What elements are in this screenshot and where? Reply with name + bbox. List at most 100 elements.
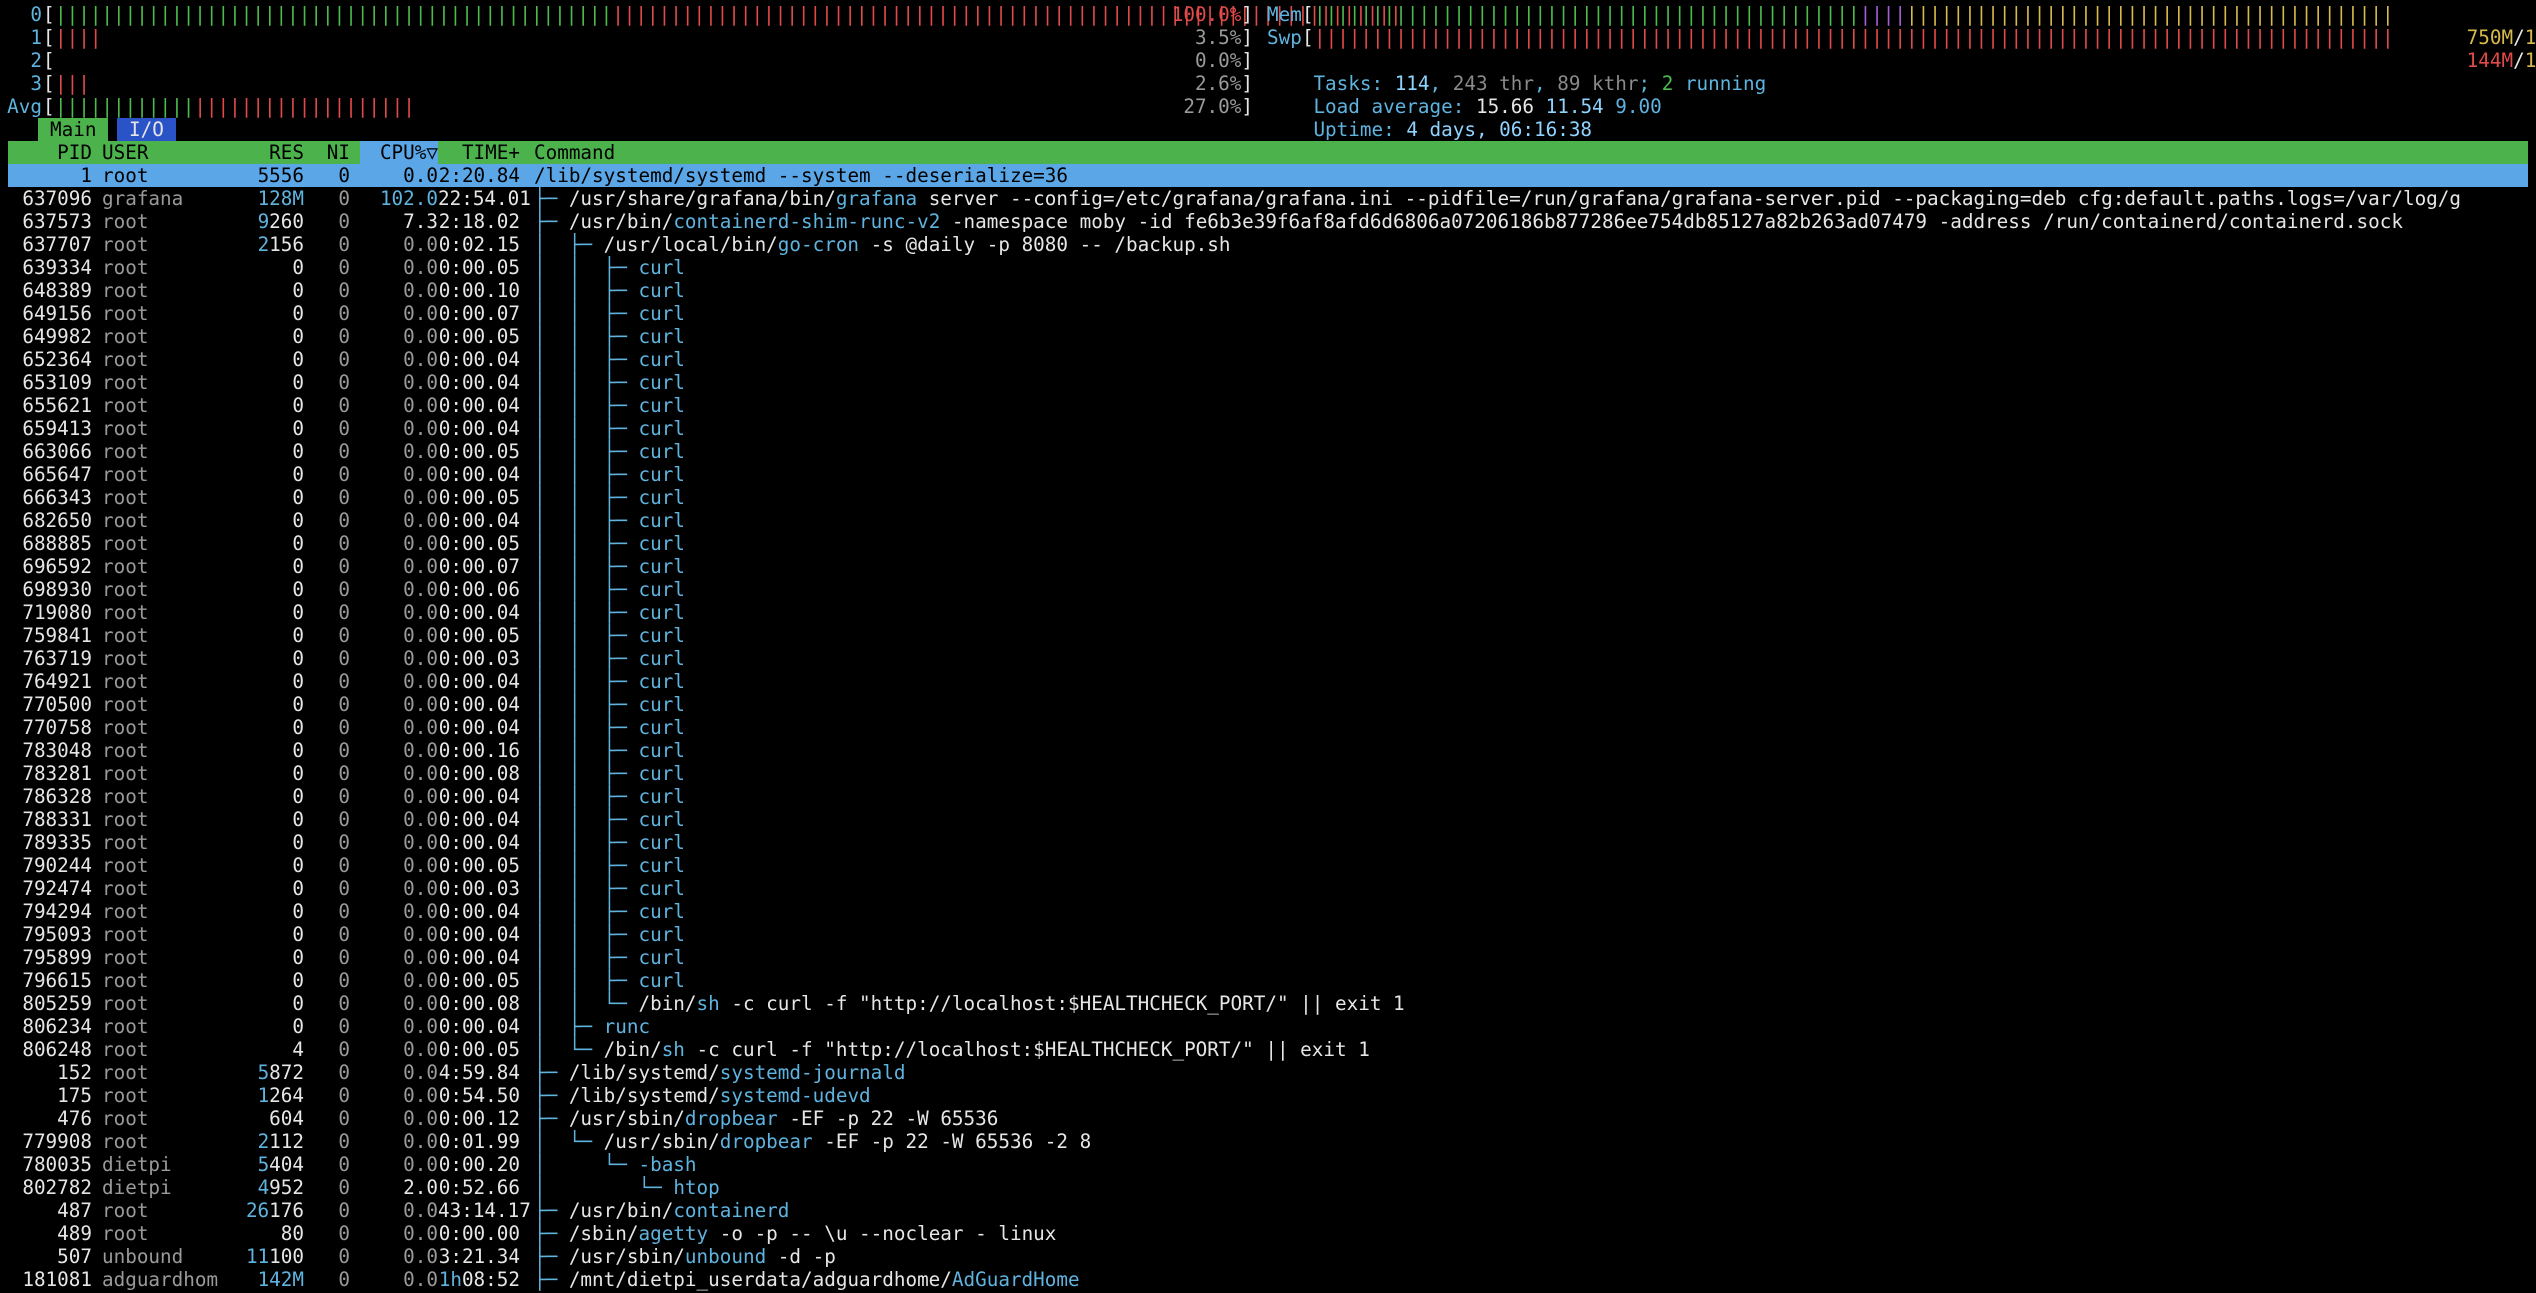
process-row[interactable]: 487 root 26176 0 0.0 43:14.17 ├─ /usr/bin/cont… — [8, 1199, 2528, 1222]
time-cell: 0:00.05 — [438, 532, 520, 555]
process-row[interactable]: 806234 root 0 0 0.0 0:00.04 │ ├─ runc — [8, 1015, 2528, 1038]
process-row[interactable]: 719080 root 0 0 0.0 0:00.04 │ │ ├─ curl — [8, 601, 2528, 624]
process-row[interactable]: 1 root 5556 0 0.0 2:20.84/lib/systemd/systemd… — [8, 164, 2528, 187]
process-row[interactable]: 653109 root 0 0 0.0 0:00.04 │ │ ├─ curl — [8, 371, 2528, 394]
process-row[interactable]: 663066 root 0 0 0.0 0:00.05 │ │ ├─ curl — [8, 440, 2528, 463]
process-row[interactable]: 790244 root 0 0 0.0 0:00.05 │ │ ├─ curl — [8, 854, 2528, 877]
process-row[interactable]: 666343 root 0 0 0.0 0:00.05 │ │ ├─ curl — [8, 486, 2528, 509]
col-ni[interactable]: NI — [314, 141, 350, 164]
pid-cell: 788331 — [22, 808, 92, 831]
res-cell: 4 — [292, 1038, 304, 1061]
process-row[interactable]: 152 root 5872 0 0.0 4:59.84 ├─ /lib/systemd/sy… — [8, 1061, 2528, 1084]
pid-cell: 665647 — [22, 463, 92, 486]
process-row[interactable]: 175 root 1264 0 0.0 0:54.50 ├─ /lib/systemd/sy… — [8, 1084, 2528, 1107]
res-cell: 0 — [292, 417, 304, 440]
res-cell: 142M — [257, 1268, 304, 1291]
process-row[interactable]: 476 root 604 0 0.0 0:00.12 ├─ /usr/sbin/dropbe… — [8, 1107, 2528, 1130]
user-cell: root — [102, 601, 149, 624]
process-row[interactable]: 637707 root 2156 0 0.0 0:02.15 │ ├─ /usr/local… — [8, 233, 2528, 256]
process-row[interactable]: 789335 root 0 0 0.0 0:00.04 │ │ ├─ curl — [8, 831, 2528, 854]
process-row[interactable]: 806248 root 4 0 0.0 0:00.05 │ └─ /bin/sh -c cu… — [8, 1038, 2528, 1061]
process-row[interactable]: 181081 adguardhom 142M 0 0.0 1h08:52 ├─ /mnt/d… — [8, 1268, 2528, 1291]
pid-cell: 789335 — [22, 831, 92, 854]
process-row[interactable]: 786328 root 0 0 0.0 0:00.04 │ │ ├─ curl — [8, 785, 2528, 808]
process-row[interactable]: 489 root 80 0 0.0 0:00.00 ├─ /sbin/agetty -o -… — [8, 1222, 2528, 1245]
process-row[interactable]: 696592 root 0 0 0.0 0:00.07 │ │ ├─ curl — [8, 555, 2528, 578]
process-row[interactable]: 698930 root 0 0 0.0 0:00.06 │ │ ├─ curl — [8, 578, 2528, 601]
process-row[interactable]: 759841 root 0 0 0.0 0:00.05 │ │ ├─ curl — [8, 624, 2528, 647]
cpu-cell: 0.0 — [403, 854, 438, 877]
pid-cell: 764921 — [22, 670, 92, 693]
process-row[interactable]: 783281 root 0 0 0.0 0:00.08 │ │ ├─ curl — [8, 762, 2528, 785]
process-row[interactable]: 805259 root 0 0 0.0 0:00.08 │ │ └─ /bin/sh -c … — [8, 992, 2528, 1015]
res-cell: 0 — [292, 946, 304, 969]
time-cell: 0:02.15 — [438, 233, 520, 256]
tab-io[interactable]: I/O — [117, 118, 176, 141]
process-row[interactable]: 637573 root 9260 0 7.3 2:18.02 ├─ /usr/bin/con… — [8, 210, 2528, 233]
process-row[interactable]: 794294 root 0 0 0.0 0:00.04 │ │ ├─ curl — [8, 900, 2528, 923]
cpu-cell: 0.0 — [403, 256, 438, 279]
process-row[interactable]: 770500 root 0 0 0.0 0:00.04 │ │ ├─ curl — [8, 693, 2528, 716]
process-row[interactable]: 770758 root 0 0 0.0 0:00.04 │ │ ├─ curl — [8, 716, 2528, 739]
cpu-cell: 0.0 — [403, 164, 438, 187]
process-row[interactable]: 659413 root 0 0 0.0 0:00.04 │ │ ├─ curl — [8, 417, 2528, 440]
process-row[interactable]: 795093 root 0 0 0.0 0:00.04 │ │ ├─ curl — [8, 923, 2528, 946]
process-row[interactable]: 779908 root 2112 0 0.0 0:01.99 │ └─ /usr/sbin/… — [8, 1130, 2528, 1153]
tab-main[interactable]: Main — [30, 118, 116, 141]
col-cpu[interactable]: CPU%▽ — [360, 141, 438, 164]
process-row[interactable]: 682650 root 0 0 0.0 0:00.04 │ │ ├─ curl — [8, 509, 2528, 532]
col-command[interactable]: Command — [534, 141, 615, 164]
ni-cell: 0 — [338, 877, 350, 900]
cpu3-meter: 3[||| 2.6%] — [0, 72, 1255, 95]
pid-cell: 688885 — [22, 532, 92, 555]
user-cell: root — [102, 969, 149, 992]
ni-cell: 0 — [338, 394, 350, 417]
time-cell: 0:52.66 — [438, 1176, 520, 1199]
process-row[interactable]: 655621 root 0 0 0.0 0:00.04 │ │ ├─ curl — [8, 394, 2528, 417]
process-row[interactable]: 648389 root 0 0 0.0 0:00.10 │ │ ├─ curl — [8, 279, 2528, 302]
tasks-running-count: 2 — [1661, 72, 1674, 95]
time-cell: 0:00.04 — [438, 1015, 520, 1038]
pid-cell: 648389 — [22, 279, 92, 302]
user-cell: root — [102, 371, 149, 394]
col-res[interactable]: RES — [168, 141, 304, 164]
process-row[interactable]: 795899 root 0 0 0.0 0:00.04 │ │ ├─ curl — [8, 946, 2528, 969]
time-cell: 2:18.02 — [438, 210, 520, 233]
process-row[interactable]: 764921 root 0 0 0.0 0:00.04 │ │ ├─ curl — [8, 670, 2528, 693]
col-user[interactable]: USER — [102, 141, 148, 164]
process-row[interactable]: 649982 root 0 0 0.0 0:00.05 │ │ ├─ curl — [8, 325, 2528, 348]
process-row[interactable]: 783048 root 0 0 0.0 0:00.16 │ │ ├─ curl — [8, 739, 2528, 762]
col-pid[interactable]: PID — [8, 141, 92, 164]
command-cell: │ │ ├─ curl — [534, 624, 685, 647]
process-row[interactable]: 639334 root 0 0 0.0 0:00.05 │ │ ├─ curl — [8, 256, 2528, 279]
process-row[interactable]: 763719 root 0 0 0.0 0:00.03 │ │ ├─ curl — [8, 647, 2528, 670]
process-row[interactable]: 507 unbound 11100 0 0.0 3:21.34 ├─ /usr/sbin/u… — [8, 1245, 2528, 1268]
command-cell: │ │ ├─ curl — [534, 463, 685, 486]
process-row[interactable]: 788331 root 0 0 0.0 0:00.04 │ │ ├─ curl — [8, 808, 2528, 831]
time-cell: 0:00.05 — [438, 624, 520, 647]
process-row[interactable]: 780035 dietpi 5404 0 0.0 0:00.20 │ └─ -bash — [8, 1153, 2528, 1176]
command-cell: │ │ ├─ curl — [534, 555, 685, 578]
tab-io-label: I/O — [117, 118, 176, 141]
tasks-running-label: running — [1684, 72, 1767, 95]
cpu-cell: 0.0 — [403, 325, 438, 348]
process-row[interactable]: 802782 dietpi 4952 0 2.0 0:52.66 │ └─ htop — [8, 1176, 2528, 1199]
process-row[interactable]: 652364 root 0 0 0.0 0:00.04 │ │ ├─ curl — [8, 348, 2528, 371]
pid-cell: 794294 — [22, 900, 92, 923]
process-row[interactable]: 796615 root 0 0 0.0 0:00.05 │ │ ├─ curl — [8, 969, 2528, 992]
process-row[interactable]: 665647 root 0 0 0.0 0:00.04 │ │ ├─ curl — [8, 463, 2528, 486]
user-cell: root — [102, 670, 149, 693]
col-time[interactable]: TIME+ — [438, 141, 520, 164]
res-cell: 0 — [292, 693, 304, 716]
command-cell: /lib/systemd/systemd --system --deserial… — [534, 164, 1069, 187]
process-row[interactable]: 688885 root 0 0 0.0 0:00.05 │ │ ├─ curl — [8, 532, 2528, 555]
process-row[interactable]: 792474 root 0 0 0.0 0:00.03 │ │ ├─ curl — [8, 877, 2528, 900]
process-row[interactable]: 649156 root 0 0 0.0 0:00.07 │ │ ├─ curl — [8, 302, 2528, 325]
ni-cell: 0 — [338, 831, 350, 854]
user-cell: dietpi — [102, 1153, 172, 1176]
ni-cell: 0 — [338, 946, 350, 969]
user-cell: root — [102, 279, 149, 302]
process-row[interactable]: 637096 grafana 128M 0 102.0 22:54.01 ├─ /usr/s… — [8, 187, 2528, 210]
ni-cell: 0 — [338, 1153, 350, 1176]
pid-cell: 779908 — [22, 1130, 92, 1153]
